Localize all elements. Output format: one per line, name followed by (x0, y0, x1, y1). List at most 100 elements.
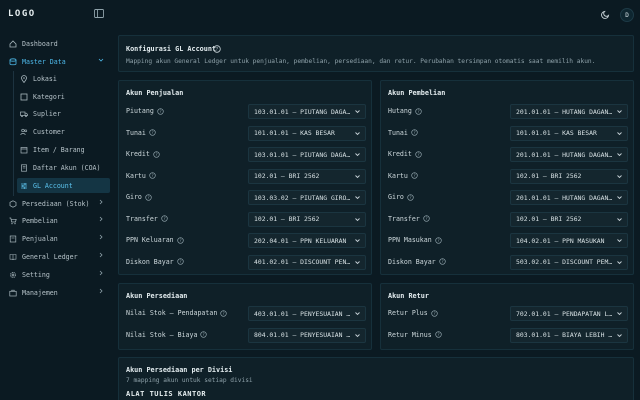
help-icon[interactable]: ? (200, 331, 208, 338)
account-select-value: 702.01.01 — PENDAPATAN LEBIH BAYAR (516, 309, 613, 318)
chevron-down-icon (354, 332, 361, 341)
account-select[interactable]: 103.03.02 — PIUTANG GIRO MUNDUR (248, 190, 366, 205)
account-select[interactable]: 804.01.01 — PENYESUAIAN STOK (248, 327, 366, 343)
account-select[interactable]: 103.01.01 — PIUTANG DAGANG (248, 104, 366, 119)
field-label: Kredit? (388, 150, 422, 158)
page-description: Mapping akun General Ledger untuk penjua… (126, 58, 596, 65)
help-icon[interactable]: ? (149, 172, 156, 179)
field-label: Nilai Stok — Pendapatan? (126, 309, 227, 317)
account-select[interactable]: 102.01 — BRI 2562 (510, 211, 628, 227)
field-label: Transfer? (126, 215, 168, 223)
help-icon[interactable]: ? (423, 215, 430, 222)
panel-title: Akun Pembelian (388, 89, 446, 97)
account-select-value: 403.01.01 — PENYESUAIAN STOK (254, 309, 351, 318)
nav-lokasi[interactable]: Lokasi (17, 71, 110, 86)
svg-text:?: ? (151, 173, 153, 178)
chevron-down-icon (354, 108, 361, 117)
field-label-text: Transfer (388, 214, 420, 223)
help-icon[interactable]: ? (435, 236, 442, 244)
help-icon[interactable]: ? (145, 193, 152, 201)
chevron-down-icon (616, 259, 623, 268)
field-label: Retur Minus? (388, 331, 442, 339)
help-icon[interactable]: ? (176, 258, 184, 265)
help-icon[interactable]: ? (411, 129, 418, 136)
chevron-down-icon (354, 173, 361, 182)
svg-text:?: ? (413, 130, 415, 135)
panel-persediaan-divisi: Akun Persediaan per Divisi 7 mapping aku… (118, 357, 634, 400)
account-select[interactable]: 201.01.01 — HUTANG DAGANG KREDIT (510, 104, 628, 119)
svg-text:?: ? (433, 311, 435, 316)
help-icon[interactable]: ? (411, 172, 418, 179)
help-icon[interactable]: ? (220, 309, 227, 317)
account-select[interactable]: 101.01.01 — KAS BESAR (248, 125, 366, 141)
chevron-right-icon (98, 270, 104, 278)
chevron-down-icon (616, 237, 623, 246)
svg-text:?: ? (159, 109, 161, 114)
account-select[interactable]: 403.01.01 — PENYESUAIAN STOK (248, 306, 366, 321)
help-icon[interactable]: ? (415, 150, 422, 158)
help-icon[interactable]: ? (157, 107, 164, 115)
nav-suplier[interactable]: Suplier (17, 106, 110, 121)
avatar[interactable]: D (620, 8, 634, 22)
field-label-text: Diskon Bayar (388, 257, 436, 266)
field-label-text: Nilai Stok — Pendapatan (126, 309, 218, 317)
nav-item-barang[interactable]: Item / Barang (17, 142, 110, 157)
sidebar-toggle-icon[interactable] (94, 9, 104, 18)
account-select[interactable]: 101.01.01 — KAS BESAR (510, 125, 628, 141)
help-icon[interactable]: ? (407, 193, 414, 201)
field-label-text: Retur Minus (388, 330, 432, 339)
svg-text:?: ? (163, 216, 165, 221)
account-select[interactable]: 103.01.01 — PIUTANG DAGANG (248, 147, 366, 162)
account-select[interactable]: 503.02.01 — DISCOUNT PEMBELIAN (510, 254, 628, 270)
nav-persediaan[interactable]: Persediaan (Stok) (6, 196, 110, 211)
help-icon[interactable]: ? (149, 129, 156, 136)
nav-daftar-akun[interactable]: Daftar Akun (COA) (17, 160, 110, 175)
account-select-value: 101.01.01 — KAS BESAR (254, 129, 335, 137)
account-select[interactable]: 803.01.01 — BIAYA LEBIH BAYAR (510, 327, 628, 343)
users-icon (19, 127, 29, 137)
chevron-down-icon (616, 310, 623, 319)
chevron-right-icon (98, 234, 104, 242)
account-select[interactable]: 202.04.01 — PPN KELUARAN (248, 233, 366, 248)
nav-pembelian-label: Pembelian (22, 216, 58, 225)
help-icon[interactable]: ? (213, 45, 221, 55)
nav-dashboard[interactable]: Dashboard (6, 36, 110, 51)
nav-pembelian[interactable]: Pembelian (6, 213, 110, 228)
help-icon[interactable]: ? (415, 107, 422, 115)
help-icon[interactable]: ? (431, 309, 438, 317)
account-select[interactable]: 102.01 — BRI 2562 (248, 211, 366, 227)
account-select-value: 102.01 — BRI 2562 (516, 215, 582, 223)
field-label-text: Piutang (126, 107, 154, 115)
account-select[interactable]: 201.01.01 — HUTANG DAGANG KREDIT (510, 190, 628, 205)
moon-icon[interactable] (601, 10, 610, 21)
nav-general-ledger[interactable]: General Ledger (6, 249, 110, 264)
account-select[interactable]: 102.01 — BRI 2562 (248, 168, 366, 184)
nav-penjualan[interactable]: Penjualan (6, 231, 110, 246)
help-icon[interactable]: ? (435, 331, 442, 338)
topbar-actions: D (601, 8, 634, 22)
help-icon[interactable]: ? (161, 215, 168, 222)
nav-penjualan-label: Penjualan (22, 234, 58, 243)
account-select-value: 201.01.01 — HUTANG DAGANG KREDIT (516, 150, 613, 159)
field-label: Hutang? (388, 107, 422, 115)
nav-customer[interactable]: Customer (17, 124, 110, 139)
account-select[interactable]: 201.01.01 — HUTANG DAGANG KREDIT (510, 147, 628, 162)
nav-manajemen[interactable]: Manajemen (6, 285, 110, 300)
account-select[interactable]: 102.01 — BRI 2562 (510, 168, 628, 184)
account-select[interactable]: 401.02.01 — DISCOUNT PENJUALAN (248, 254, 366, 270)
account-select-value: 201.01.01 — HUTANG DAGANG KREDIT (516, 193, 613, 202)
help-icon[interactable]: ? (176, 236, 184, 244)
nav-master-data[interactable]: Master Data (6, 54, 110, 69)
nav-gl-account[interactable]: GL Account (17, 178, 110, 193)
nav-dashboard-label: Dashboard (22, 39, 58, 48)
help-icon[interactable]: ? (438, 258, 446, 265)
help-icon[interactable]: ? (153, 150, 160, 158)
truck-icon (19, 109, 29, 119)
nav-setting[interactable]: Setting (6, 267, 110, 282)
account-select[interactable]: 702.01.01 — PENDAPATAN LEBIH BAYAR (510, 306, 628, 321)
field-label: Kartu? (126, 172, 156, 180)
account-select[interactable]: 104.02.01 — PPN MASUKAN (510, 233, 628, 248)
account-select-value: 804.01.01 — PENYESUAIAN STOK (254, 331, 351, 339)
nav-kategori[interactable]: Kategori (17, 89, 110, 104)
svg-text:?: ? (437, 332, 439, 337)
